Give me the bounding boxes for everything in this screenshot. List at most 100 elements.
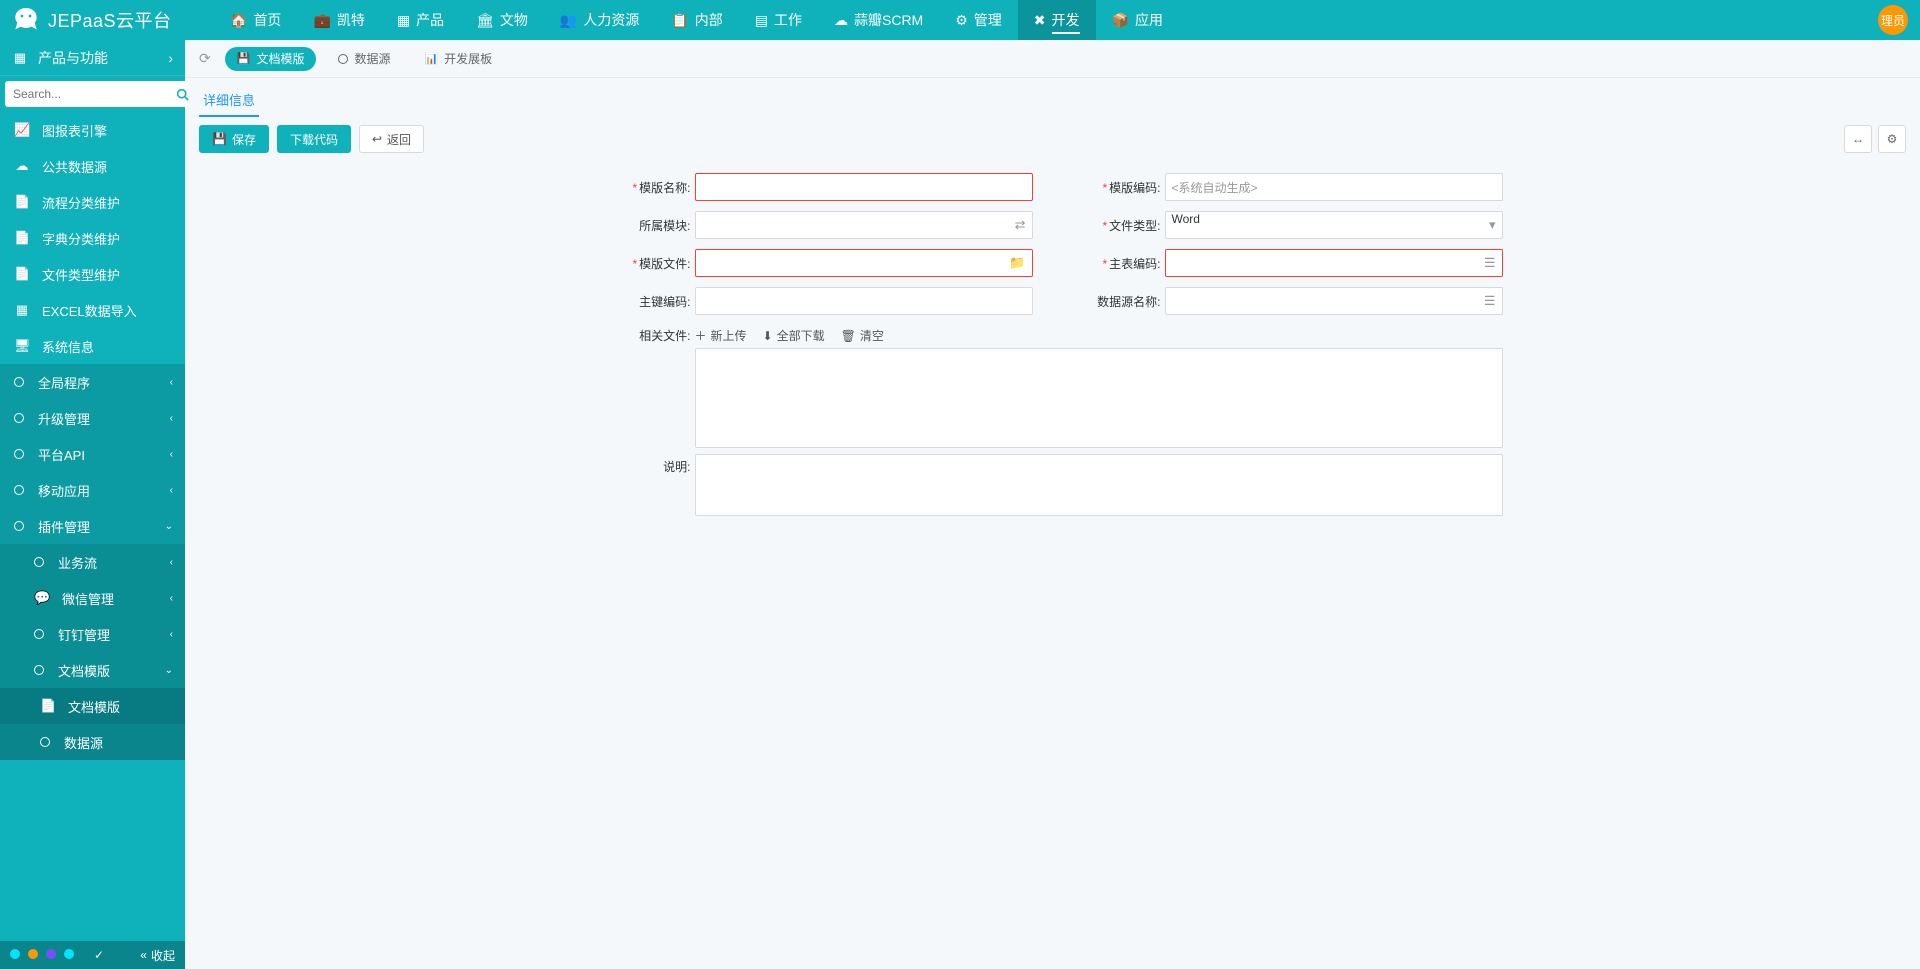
circle-icon — [14, 485, 24, 495]
topnav-item-1[interactable]: 💼凯特 — [297, 0, 380, 40]
topnav-item-3[interactable]: 🏛文物 — [460, 0, 544, 40]
expand-icon: ↔ — [1852, 132, 1864, 146]
plus-icon: ＋ — [695, 327, 707, 344]
topnav-item-10[interactable]: 📦应用 — [1096, 0, 1179, 40]
topnav-item-5[interactable]: 📋内部 — [655, 0, 738, 40]
sidebar-item-8[interactable]: 升级管理‹ — [0, 400, 185, 436]
file-icon: 📄 — [14, 266, 30, 282]
file-type-select[interactable]: Word ▾ — [1165, 211, 1503, 239]
topnav-item-4[interactable]: 👥人力资源 — [544, 0, 655, 40]
topnav-item-0[interactable]: 🏠首页 — [214, 0, 297, 40]
tab-0[interactable]: 💾文档模版 — [225, 47, 317, 71]
share-icon[interactable]: ⇄ — [1015, 217, 1026, 233]
sidebar-item-3[interactable]: 📄字典分类维护 — [0, 220, 185, 256]
file-toolbar: ＋ 新上传 ⬇ 全部下载 🗑 清空 — [695, 323, 1503, 348]
chevron-left-icon: ‹ — [170, 485, 173, 496]
dash-icon: 📊 — [424, 52, 438, 65]
circle-icon — [34, 629, 44, 639]
circle-icon — [14, 521, 24, 531]
pk-code-input[interactable] — [702, 288, 1026, 314]
sidebar-item-15[interactable]: 文档模版⌄ — [0, 652, 185, 688]
tabs-bar: ⟳ 💾文档模版数据源 📊开发展板 — [185, 40, 1920, 78]
topnav-item-9[interactable]: ✖开发 — [1018, 0, 1096, 40]
calendar-icon: 📋 — [671, 12, 688, 29]
field-template-code: *模版编码: <系统自动生成> — [1073, 171, 1503, 203]
sidebar-item-11[interactable]: 插件管理⌄ — [0, 508, 185, 544]
chevron-left-icon: ‹ — [170, 557, 173, 568]
status-dot-0[interactable] — [10, 949, 20, 959]
sidebar-title: 产品与功能 — [38, 48, 108, 68]
app-name: JEPaaS云平台 — [48, 7, 172, 33]
sidebar-header[interactable]: ▦ 产品与功能 › — [0, 40, 185, 76]
status-dot-2[interactable] — [46, 949, 56, 959]
folder-icon[interactable]: 📁 — [1009, 255, 1025, 271]
expand-horizontal-button[interactable]: ↔ — [1844, 125, 1872, 153]
clear-button[interactable]: 🗑 清空 — [841, 327, 884, 344]
topnav-item-8[interactable]: ⚙管理 — [939, 0, 1018, 40]
module-input[interactable] — [702, 212, 1015, 238]
wechat-icon: 💬 — [34, 590, 50, 606]
save-icon: 💾 — [212, 132, 227, 146]
file-drop-area[interactable] — [695, 348, 1503, 448]
circle-icon — [14, 449, 24, 459]
sidebar-item-16[interactable]: 📄文档模版 — [0, 688, 185, 724]
bank-icon: 🏛 — [476, 12, 494, 29]
download-code-button[interactable]: 下载代码 — [277, 125, 351, 153]
tab-2[interactable]: 📊开发展板 — [412, 47, 504, 71]
tab-1[interactable]: 数据源 — [326, 47, 402, 71]
subtab-detail[interactable]: 详细信息 — [199, 84, 259, 117]
chevron-down-icon: ⌄ — [165, 521, 173, 532]
circle-icon — [40, 737, 50, 747]
description-textarea[interactable] — [695, 454, 1503, 516]
datasource-name-input[interactable] — [1172, 288, 1484, 314]
gear-icon: ⚙ — [1887, 132, 1898, 146]
search-button[interactable] — [176, 81, 189, 107]
chevron-left-icon: ‹ — [170, 413, 173, 424]
sidebar-item-17[interactable]: 数据源 — [0, 724, 185, 760]
settings-button[interactable]: ⚙ — [1878, 125, 1906, 153]
sidebar-footer: ✓ « 收起 — [0, 941, 185, 969]
download-all-button[interactable]: ⬇ 全部下载 — [763, 327, 825, 344]
circle-icon — [14, 377, 24, 387]
sidebar-item-0[interactable]: 📈图报表引擎 — [0, 112, 185, 148]
list-icon[interactable]: ☰ — [1484, 293, 1496, 309]
sidebar-item-10[interactable]: 移动应用‹ — [0, 472, 185, 508]
topnav-item-6[interactable]: ▤工作 — [739, 0, 818, 40]
sidebar-item-5[interactable]: ▦EXCEL数据导入 — [0, 292, 185, 328]
field-main-table: *主表编码: ☰ — [1073, 247, 1503, 279]
chevron-left-icon: ‹ — [170, 629, 173, 640]
chevron-down-icon: ⌄ — [165, 665, 173, 676]
sidebar-item-6[interactable]: 🖥系统信息 — [0, 328, 185, 364]
list-icon[interactable]: ☰ — [1484, 255, 1496, 271]
sidebar-item-12[interactable]: 业务流‹ — [0, 544, 185, 580]
chevron-left-icon: ‹ — [170, 449, 173, 460]
trash-icon: 🗑 — [841, 329, 856, 343]
template-name-input[interactable] — [702, 174, 1026, 200]
sidebar-item-9[interactable]: 平台API‹ — [0, 436, 185, 472]
chevron-left-icon: ‹ — [170, 377, 173, 388]
user-avatar[interactable]: 理员 — [1878, 5, 1908, 35]
form-area: *模版名称: *模版编码: <系统自动生成> 所属模块: ⇄ *文件类型: — [185, 161, 1920, 532]
refresh-icon[interactable]: ⟳ — [199, 50, 211, 67]
wrench-icon: ✖ — [1034, 12, 1046, 29]
status-dot-3[interactable] — [64, 949, 74, 959]
save-button[interactable]: 💾 保存 — [199, 125, 269, 153]
template-file-input[interactable] — [702, 250, 1010, 276]
sidebar-item-2[interactable]: 📄流程分类维护 — [0, 184, 185, 220]
sidebar-item-14[interactable]: 钉钉管理‹ — [0, 616, 185, 652]
chevron-down-icon: ▾ — [1489, 217, 1496, 233]
topnav-item-7[interactable]: ☁蒜瓣SCRM — [818, 0, 939, 40]
sidebar-item-7[interactable]: 全局程序‹ — [0, 364, 185, 400]
topnav-item-2[interactable]: ▦产品 — [381, 0, 460, 40]
upload-button[interactable]: ＋ 新上传 — [695, 327, 747, 344]
sidebar-collapse[interactable]: « 收起 — [140, 947, 175, 964]
main-table-input[interactable] — [1172, 250, 1484, 276]
sidebar-item-4[interactable]: 📄文件类型维护 — [0, 256, 185, 292]
status-dot-1[interactable] — [28, 949, 38, 959]
chevron-left-icon: ‹ — [170, 593, 173, 604]
sidebar-item-1[interactable]: ☁公共数据源 — [0, 148, 185, 184]
search-input[interactable] — [5, 81, 176, 107]
app-logo[interactable]: JEPaaS云平台 — [0, 4, 214, 36]
sidebar-item-13[interactable]: 💬微信管理‹ — [0, 580, 185, 616]
back-button[interactable]: ↩ 返回 — [359, 125, 424, 153]
